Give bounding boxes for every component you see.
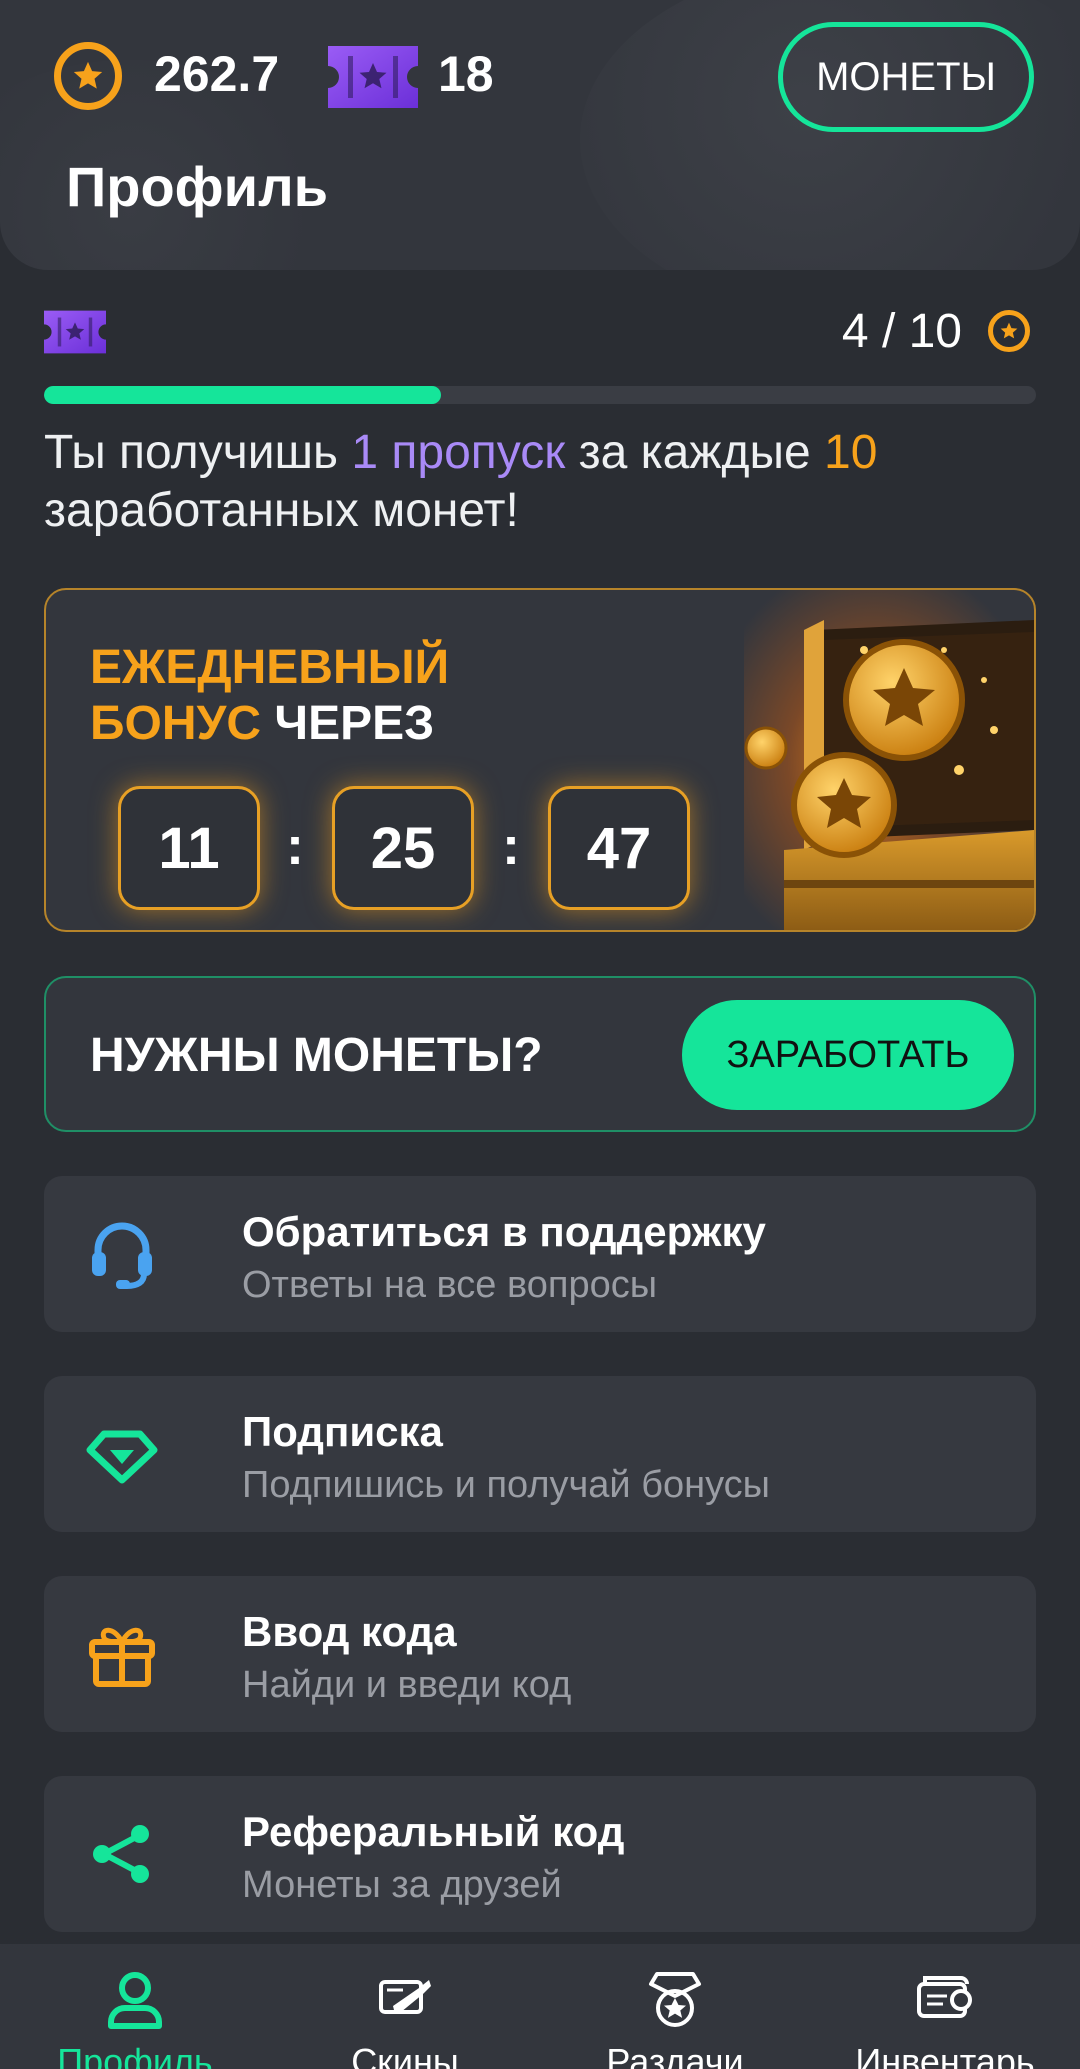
- ticket-icon: [328, 46, 418, 108]
- daily-bonus-title: ЕЖЕДНЕВНЫЙ БОНУС ЧЕРЕЗ: [90, 640, 449, 752]
- progress-bar-fill: [44, 386, 441, 404]
- menu-item-support[interactable]: Обратиться в поддержку Ответы на все воп…: [44, 1176, 1036, 1332]
- share-icon: [93, 1825, 149, 1883]
- timer-separator: :: [502, 816, 520, 876]
- nav-label: Раздачи: [606, 2041, 744, 2069]
- nav-label: Скины: [351, 2041, 459, 2069]
- timer-separator: :: [286, 816, 304, 876]
- giveaway-icon: [649, 1972, 701, 2027]
- daily-bonus-title-line1: ЕЖЕДНЕВНЫЙ: [90, 641, 450, 694]
- earn-coins-card: НУЖНЫ МОНЕТЫ? ЗАРАБОТАТЬ: [44, 976, 1036, 1132]
- coins-balance: 262.7: [154, 46, 280, 102]
- profile-header: 262.7 18 МОНЕТЫ Профиль: [0, 0, 1080, 270]
- nav-item-inventory[interactable]: Инвентарь: [810, 1944, 1080, 2069]
- timer-minutes: 25: [332, 786, 474, 910]
- menu-item-title: Подписка: [242, 1408, 443, 1455]
- diamond-icon: [86, 1430, 158, 1484]
- info-text-coins-highlight: 10: [824, 426, 878, 479]
- menu-item-subtitle: Найди и введи код: [242, 1664, 572, 1706]
- timer-hours: 11: [118, 786, 260, 910]
- progress-count: 4 / 10: [841, 305, 962, 358]
- skins-icon: [379, 1980, 431, 2014]
- menu-item-title: Реферальный код: [242, 1808, 625, 1855]
- menu-item-subtitle: Ответы на все вопросы: [242, 1264, 658, 1306]
- gift-icon: [89, 1627, 155, 1687]
- earn-button[interactable]: ЗАРАБОТАТЬ: [682, 1000, 1014, 1110]
- ticket-icon: [44, 310, 106, 354]
- coin-icon: [54, 42, 122, 110]
- daily-bonus-title-rest: ЧЕРЕЗ: [261, 697, 435, 750]
- coin-icon: [988, 310, 1030, 352]
- menu-item-subscription[interactable]: Подписка Подпишись и получай бонусы: [44, 1376, 1036, 1532]
- progress-bar: [44, 386, 1036, 404]
- tickets-count: 18: [438, 46, 494, 102]
- menu-item-subtitle: Подпишись и получай бонусы: [242, 1464, 770, 1506]
- page-title: Профиль: [66, 155, 329, 218]
- daily-bonus-card[interactable]: ЕЖЕДНЕВНЫЙ БОНУС ЧЕРЕЗ 11 : 25 : 47: [44, 588, 1036, 932]
- progress-info-text: Ты получишь 1 пропуск за каждые 10 зараб…: [44, 424, 1044, 540]
- nav-item-giveaways[interactable]: Раздачи: [540, 1944, 810, 2069]
- user-icon: [108, 1972, 162, 2029]
- menu-item-subtitle: Монеты за друзей: [242, 1864, 562, 1906]
- nav-item-skins[interactable]: Скины: [270, 1944, 540, 2069]
- menu-item-enter-code[interactable]: Ввод кода Найди и введи код: [44, 1576, 1036, 1732]
- info-text-part: заработанных монет!: [44, 484, 519, 537]
- daily-bonus-title-highlight: БОНУС: [90, 697, 262, 750]
- menu-item-title: Ввод кода: [242, 1608, 457, 1655]
- coins-button[interactable]: МОНЕТЫ: [778, 22, 1034, 132]
- headset-icon: [92, 1222, 152, 1289]
- menu-item-referral-code[interactable]: Реферальный код Монеты за друзей: [44, 1776, 1036, 1932]
- info-text-part: за каждые: [565, 426, 825, 479]
- nav-label: Профиль: [57, 2041, 213, 2069]
- nav-label: Инвентарь: [855, 2041, 1035, 2069]
- info-text-part: Ты получишь: [44, 426, 352, 479]
- nav-item-profile[interactable]: Профиль: [0, 1944, 270, 2069]
- earn-coins-title: НУЖНЫ МОНЕТЫ?: [90, 1029, 543, 1082]
- info-text-pass-highlight: 1 пропуск: [351, 426, 566, 479]
- treasure-chest-image: [744, 590, 1034, 930]
- timer-seconds: 47: [548, 786, 690, 910]
- bottom-navigation: Профиль Скины Раздачи Инвентарь: [0, 1944, 1080, 2069]
- inventory-icon: [917, 1976, 972, 2018]
- menu-item-title: Обратиться в поддержку: [242, 1208, 766, 1255]
